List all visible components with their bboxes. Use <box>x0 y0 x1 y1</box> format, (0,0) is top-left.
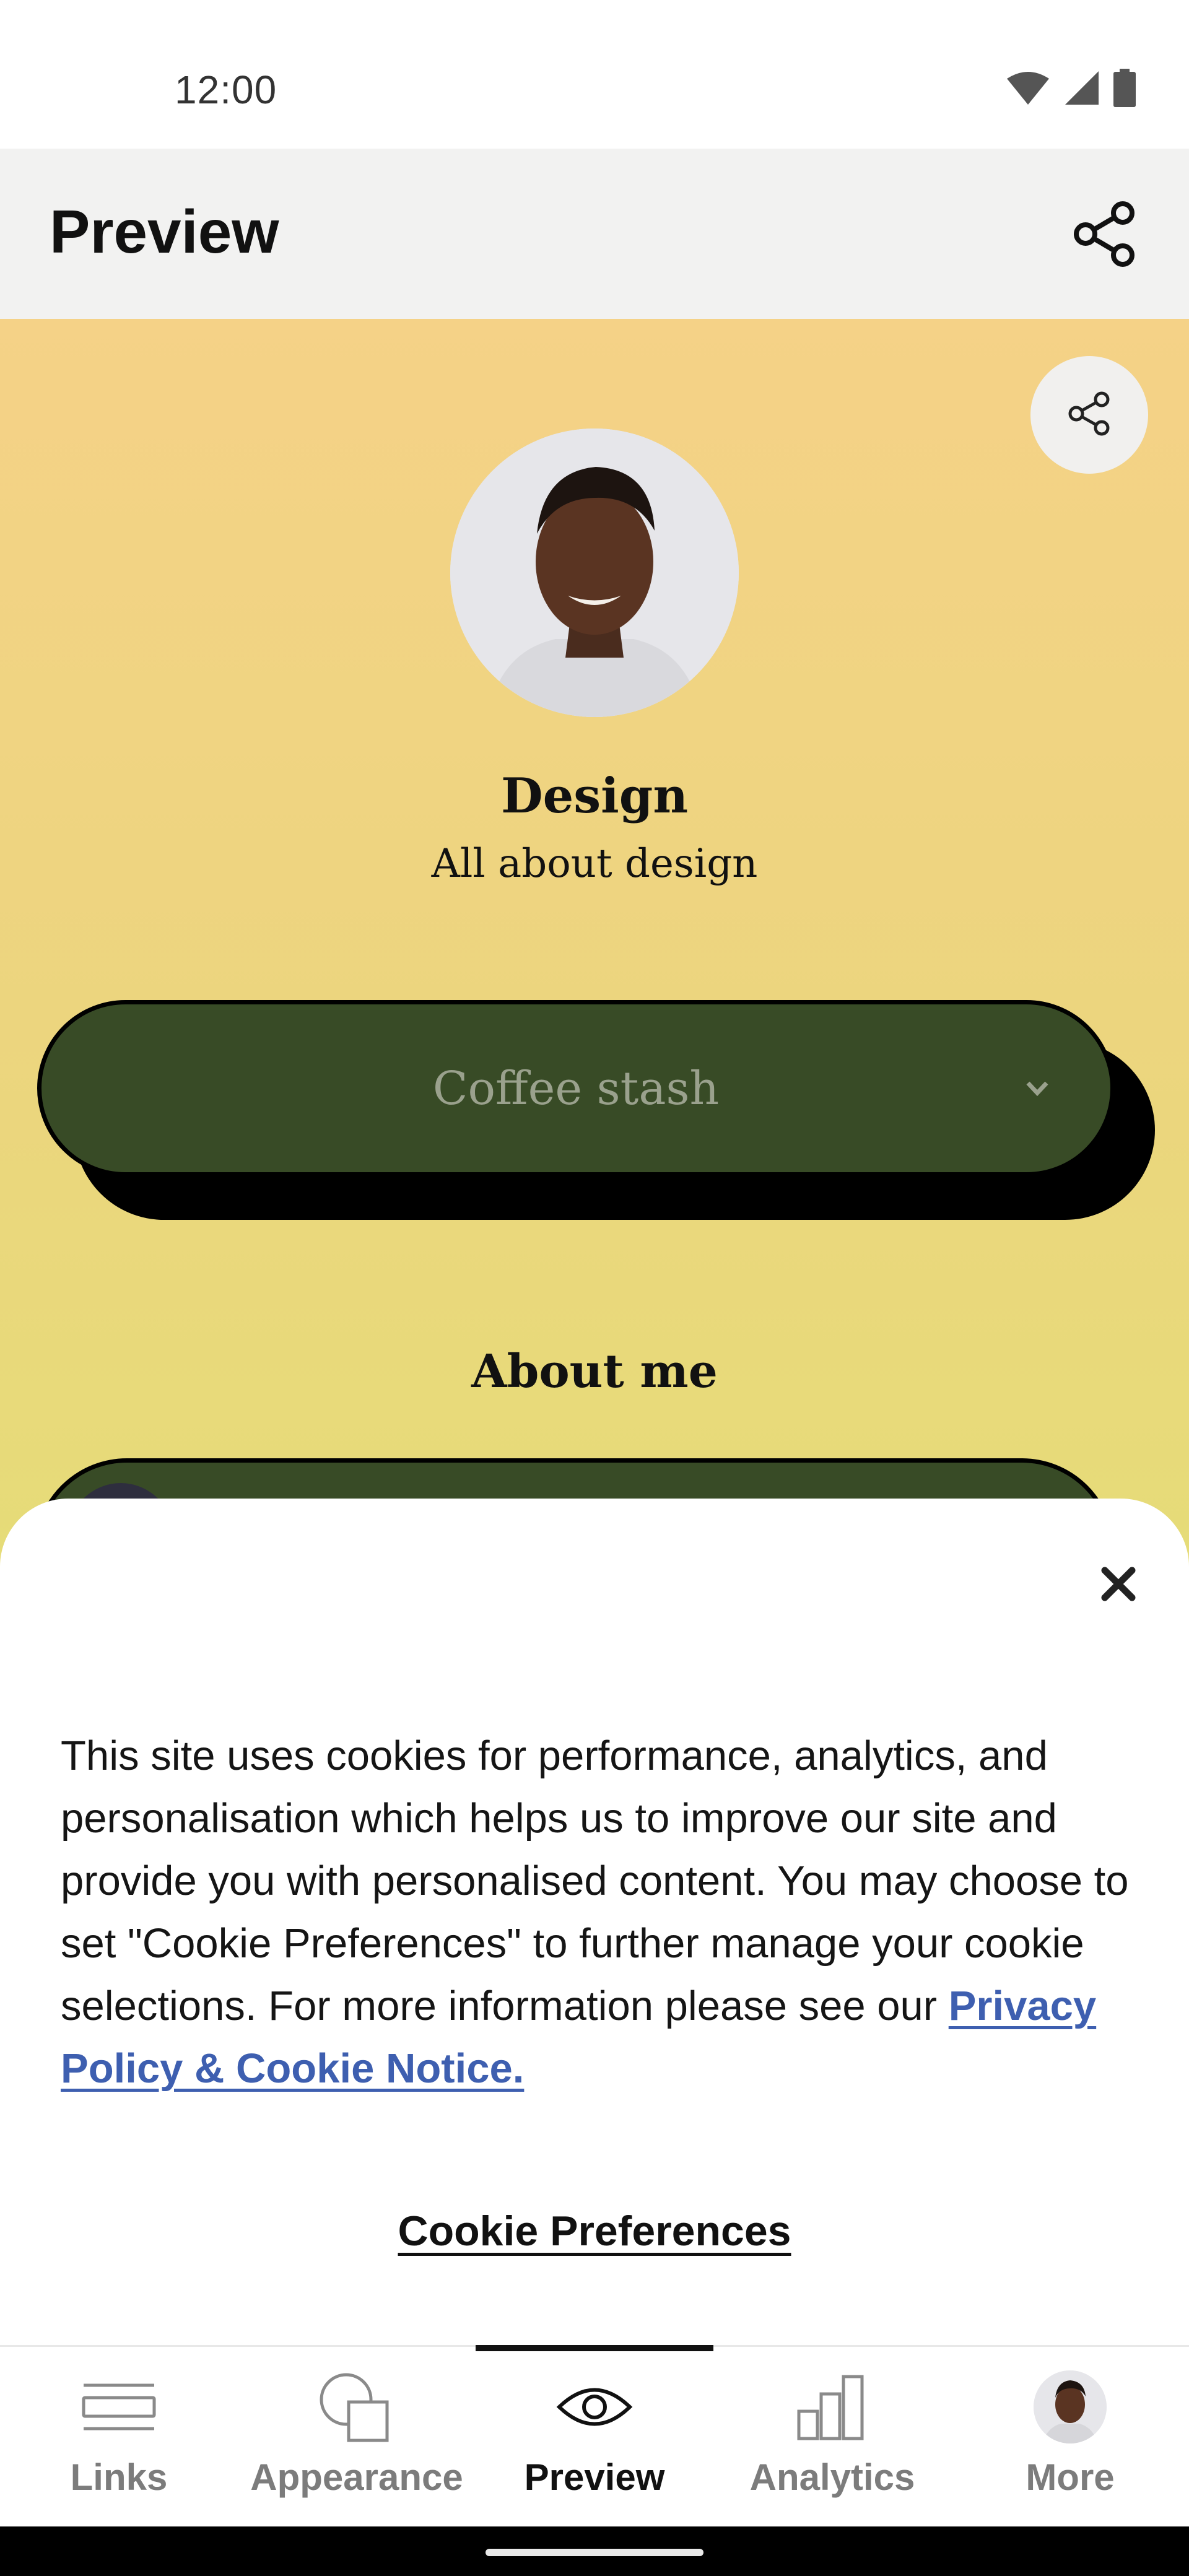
chevron-down-icon[interactable] <box>1016 1074 1059 1105</box>
nav-item-preview[interactable]: Preview <box>476 2365 713 2508</box>
cookie-preferences-button[interactable]: Cookie Preferences <box>398 2208 791 2255</box>
appearance-icon <box>313 2367 400 2447</box>
battery-icon <box>1113 68 1136 110</box>
nav-item-appearance[interactable]: Appearance <box>238 2365 476 2508</box>
nav-active-indicator <box>476 2345 713 2351</box>
nav-label: Analytics <box>749 2456 915 2498</box>
nav-label: Appearance <box>250 2456 463 2498</box>
nav-item-more[interactable]: More <box>951 2365 1189 2508</box>
nav-label: Links <box>70 2456 168 2498</box>
nav-avatar-wrap <box>1027 2367 1113 2447</box>
analytics-icon <box>789 2367 876 2447</box>
profile-bio: All about design <box>431 841 758 887</box>
nav-item-links[interactable]: Links <box>0 2365 238 2508</box>
status-time: 12:00 <box>175 67 277 112</box>
cellular-signal-icon <box>1064 70 1100 109</box>
wifi-icon <box>1006 70 1050 109</box>
nav-item-analytics[interactable]: Analytics <box>713 2365 951 2508</box>
profile-name: Design <box>500 768 689 824</box>
share-icon <box>1065 389 1114 442</box>
nav-label: Preview <box>524 2456 665 2498</box>
page-title: Preview <box>50 198 279 266</box>
link-label: Coffee stash <box>432 1061 720 1115</box>
avatar <box>1034 2370 1107 2443</box>
home-gesture-handle[interactable] <box>486 2549 703 2556</box>
section-title: About me <box>471 1345 718 1398</box>
cookie-preferences-container: Cookie Preferences <box>0 2207 1189 2255</box>
cookie-message: This site uses cookies for performance, … <box>61 1725 1138 2100</box>
eye-icon <box>551 2367 638 2447</box>
share-button[interactable] <box>1065 195 1146 276</box>
link-button-coffee-stash[interactable]: Coffee stash <box>37 1000 1115 1177</box>
nav-label: More <box>1026 2456 1115 2498</box>
close-button[interactable] <box>1089 1556 1148 1615</box>
profile-avatar <box>450 429 739 717</box>
profile-share-button[interactable] <box>1030 356 1148 474</box>
share-icon <box>1069 198 1141 273</box>
close-icon <box>1099 1564 1138 1607</box>
links-icon <box>76 2367 162 2447</box>
status-icons <box>1006 68 1136 110</box>
